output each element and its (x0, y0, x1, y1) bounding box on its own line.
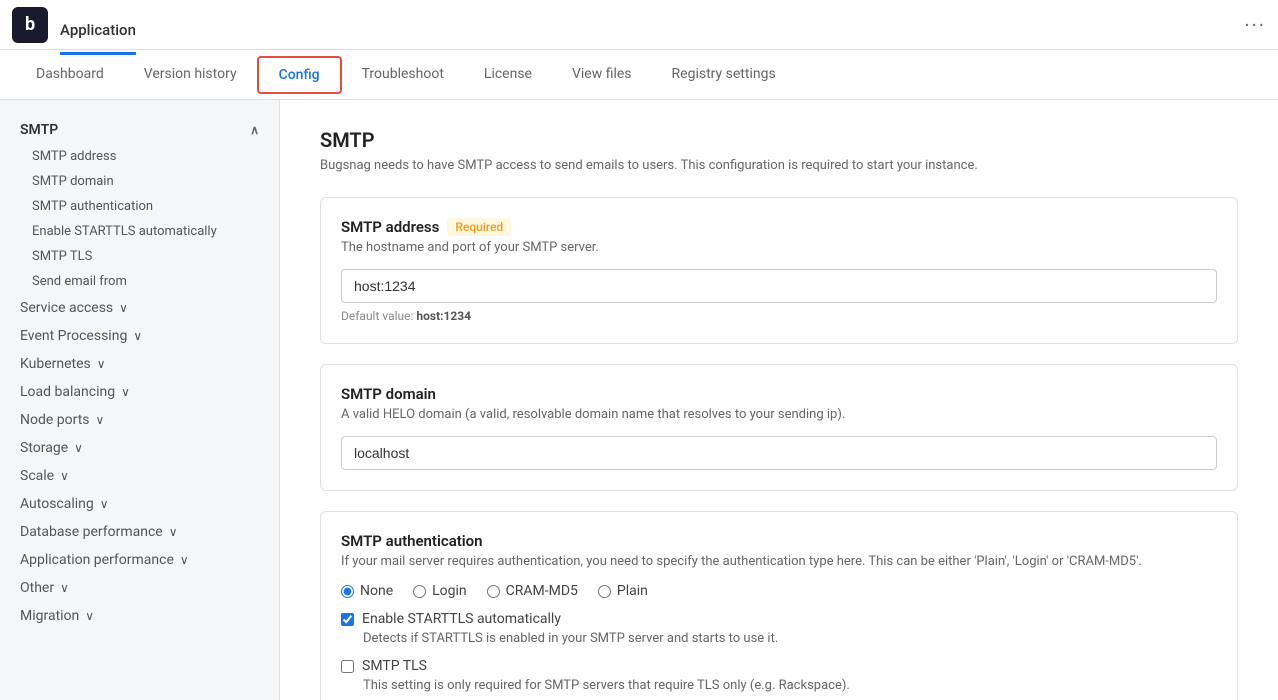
content-area: SMTP Bugsnag needs to have SMTP access t… (280, 100, 1278, 700)
radio-plain[interactable]: Plain (598, 583, 648, 599)
smtp-domain-card: SMTP domain A valid HELO domain (a valid… (320, 364, 1238, 491)
smtp-address-desc: The hostname and port of your SMTP serve… (341, 240, 1217, 255)
sidebar-section-load-balancing[interactable]: Load balancing ∨ (0, 378, 279, 406)
smtp-domain-title: SMTP domain (341, 385, 1217, 403)
smtp-address-default: Default value: host:1234 (341, 309, 1217, 323)
smtp-authentication-card: SMTP authentication If your mail server … (320, 511, 1238, 700)
app-title: Application (60, 8, 136, 55)
node-ports-chevron-icon: ∨ (96, 413, 105, 427)
tab-config[interactable]: Config (257, 56, 342, 94)
sidebar-section-kubernetes[interactable]: Kubernetes ∨ (0, 350, 279, 378)
kubernetes-chevron-icon: ∨ (97, 357, 106, 371)
sidebar-section-autoscaling[interactable]: Autoscaling ∨ (0, 490, 279, 518)
sidebar-section-event-processing[interactable]: Event Processing ∨ (0, 322, 279, 350)
radio-cram-md5[interactable]: CRAM-MD5 (487, 583, 578, 599)
sidebar-section-other[interactable]: Other ∨ (0, 574, 279, 602)
radio-login-input[interactable] (413, 585, 426, 598)
sidebar-item-enable-starttls[interactable]: Enable STARTTLS automatically (0, 219, 279, 244)
smtp-tls-checkbox[interactable] (341, 660, 354, 673)
radio-plain-input[interactable] (598, 585, 611, 598)
smtp-authentication-desc: If your mail server requires authenticat… (341, 554, 1217, 569)
sidebar-section-node-ports[interactable]: Node ports ∨ (0, 406, 279, 434)
smtp-domain-input[interactable] (341, 436, 1217, 470)
tab-registry-settings[interactable]: Registry settings (652, 50, 796, 100)
smtp-items: SMTP address SMTP domain SMTP authentica… (0, 144, 279, 294)
tab-license[interactable]: License (464, 50, 552, 100)
other-chevron-icon: ∨ (60, 581, 69, 595)
smtp-address-title: SMTP address Required (341, 218, 1217, 236)
storage-chevron-icon: ∨ (74, 441, 83, 455)
sidebar-item-smtp-authentication[interactable]: SMTP authentication (0, 194, 279, 219)
tab-version-history[interactable]: Version history (124, 50, 257, 100)
database-performance-chevron-icon: ∨ (169, 525, 178, 539)
app-logo: b (12, 7, 48, 43)
smtp-chevron-icon: ∧ (250, 123, 259, 137)
top-bar: b Application ··· (0, 0, 1278, 50)
smtp-auth-radio-group: None Login CRAM-MD5 Plain (341, 583, 1217, 599)
smtp-tls-desc: This setting is only required for SMTP s… (363, 678, 1217, 693)
sidebar-section-scale[interactable]: Scale ∨ (0, 462, 279, 490)
application-performance-chevron-icon: ∨ (180, 553, 189, 567)
service-access-chevron-icon: ∨ (119, 301, 128, 315)
smtp-address-input[interactable] (341, 269, 1217, 303)
sidebar-item-smtp-domain[interactable]: SMTP domain (0, 169, 279, 194)
smtp-tls-group: SMTP TLS This setting is only required f… (341, 658, 1217, 693)
enable-starttls-option[interactable]: Enable STARTTLS automatically (341, 611, 1217, 627)
sidebar-section-smtp[interactable]: SMTP ∧ (0, 116, 279, 144)
sidebar-section-storage[interactable]: Storage ∨ (0, 434, 279, 462)
required-badge: Required (447, 218, 511, 236)
smtp-address-card: SMTP address Required The hostname and p… (320, 197, 1238, 344)
sidebar-item-send-email-from[interactable]: Send email from (0, 269, 279, 294)
autoscaling-chevron-icon: ∨ (100, 497, 109, 511)
radio-none[interactable]: None (341, 583, 393, 599)
enable-starttls-desc: Detects if STARTTLS is enabled in your S… (363, 631, 1217, 646)
section-title: SMTP (320, 128, 1238, 152)
event-processing-chevron-icon: ∨ (133, 329, 142, 343)
sidebar: SMTP ∧ SMTP address SMTP domain SMTP aut… (0, 100, 280, 700)
radio-login[interactable]: Login (413, 583, 467, 599)
smtp-authentication-title: SMTP authentication (341, 532, 1217, 550)
tab-dashboard[interactable]: Dashboard (16, 50, 124, 100)
more-options-button[interactable]: ··· (1244, 13, 1266, 37)
sidebar-section-service-access[interactable]: Service access ∨ (0, 294, 279, 322)
load-balancing-chevron-icon: ∨ (121, 385, 130, 399)
sidebar-item-smtp-tls[interactable]: SMTP TLS (0, 244, 279, 269)
smtp-tls-option[interactable]: SMTP TLS (341, 658, 1217, 674)
tab-view-files[interactable]: View files (552, 50, 652, 100)
tab-troubleshoot[interactable]: Troubleshoot (342, 50, 464, 100)
nav-tabs: Dashboard Version history Config Trouble… (0, 50, 1278, 100)
section-desc: Bugsnag needs to have SMTP access to sen… (320, 158, 1238, 173)
sidebar-section-application-performance[interactable]: Application performance ∨ (0, 546, 279, 574)
scale-chevron-icon: ∨ (60, 469, 69, 483)
radio-none-input[interactable] (341, 585, 354, 598)
radio-cram-md5-input[interactable] (487, 585, 500, 598)
main-layout: SMTP ∧ SMTP address SMTP domain SMTP aut… (0, 100, 1278, 700)
migration-chevron-icon: ∨ (85, 609, 94, 623)
enable-starttls-group: Enable STARTTLS automatically Detects if… (341, 611, 1217, 646)
sidebar-section-database-performance[interactable]: Database performance ∨ (0, 518, 279, 546)
sidebar-section-migration[interactable]: Migration ∨ (0, 602, 279, 630)
sidebar-item-smtp-address[interactable]: SMTP address (0, 144, 279, 169)
enable-starttls-checkbox[interactable] (341, 613, 354, 626)
smtp-domain-desc: A valid HELO domain (a valid, resolvable… (341, 407, 1217, 422)
